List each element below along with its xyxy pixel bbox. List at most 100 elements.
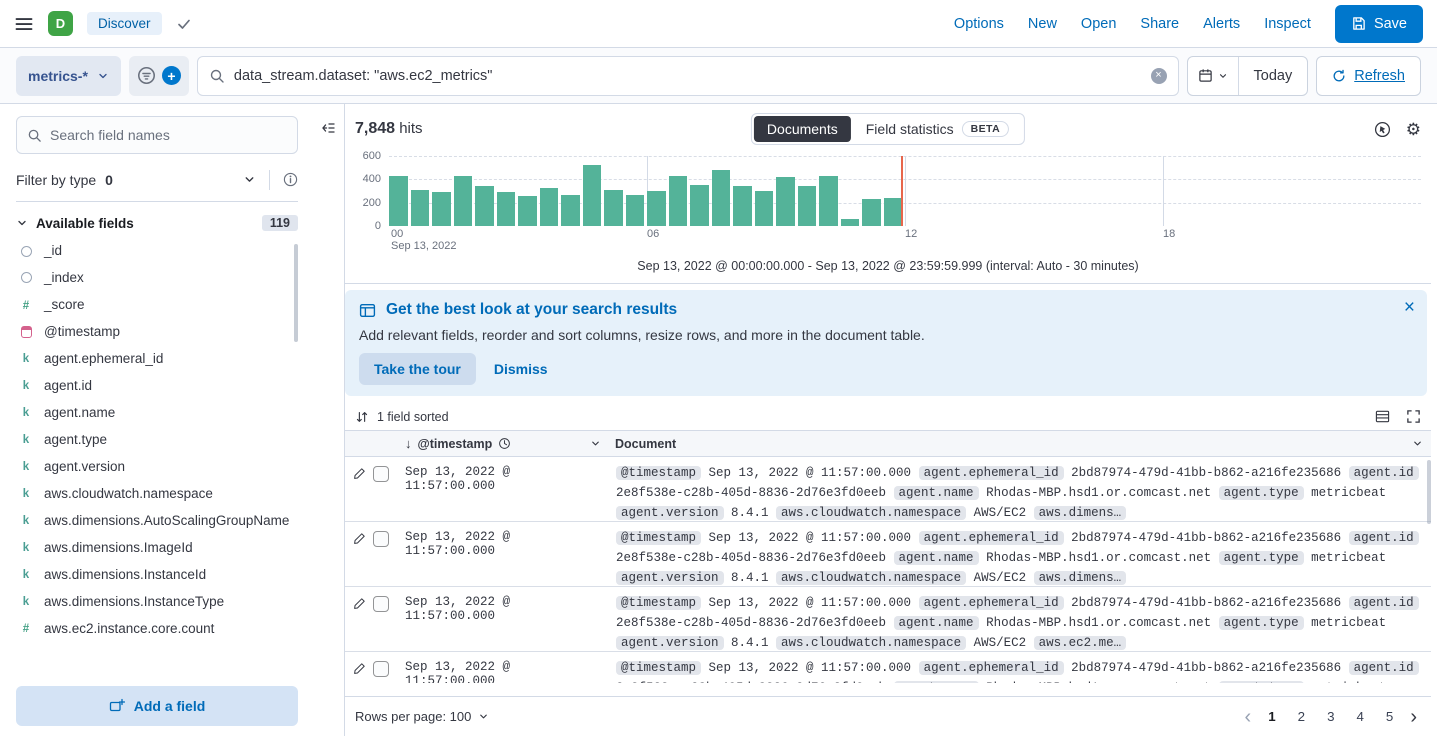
field-item[interactable]: kagent.id [16,373,298,400]
chart-options-icon[interactable] [1374,121,1391,138]
histogram-bar[interactable] [647,191,666,226]
page-5[interactable]: 5 [1377,707,1402,726]
row-checkbox[interactable] [373,466,389,482]
histogram-bar[interactable] [755,191,774,226]
refresh-icon [1332,69,1346,83]
chevron-down-icon[interactable] [1412,438,1423,449]
space-avatar[interactable]: D [48,11,73,36]
field-item[interactable]: kagent.version [16,454,298,481]
tab-documents[interactable]: Documents [754,116,851,142]
field-item[interactable]: kagent.type [16,427,298,454]
table-scrollbar-thumb[interactable] [1427,460,1431,524]
histogram-bar[interactable] [862,199,881,226]
histogram-bar[interactable] [798,186,817,226]
page-3[interactable]: 3 [1318,707,1343,726]
histogram-bar[interactable] [712,170,731,226]
row-checkbox[interactable] [373,531,389,547]
field-item[interactable]: #_score [16,292,298,319]
field-item[interactable]: kaws.cloudwatch.namespace [16,481,298,508]
row-checkbox[interactable] [373,661,389,677]
document-column-header[interactable]: Document [607,437,1431,451]
available-fields-header[interactable]: Available fields 119 [16,202,298,238]
save-button[interactable]: Save [1335,5,1423,43]
histogram-bar[interactable] [819,176,838,226]
histogram-bar[interactable] [884,198,903,226]
field-search-input[interactable] [50,127,287,143]
collapse-sidebar-icon[interactable] [320,120,336,136]
data-view-picker[interactable]: metrics-* [16,56,121,96]
filter-by-type[interactable]: Filter by type 0 [16,158,298,202]
nav-inspect[interactable]: Inspect [1264,16,1311,32]
date-picker-calendar-button[interactable] [1188,57,1239,95]
sorted-fields-label[interactable]: 1 field sorted [377,410,449,424]
field-item[interactable]: _id [16,238,298,265]
histogram-bar[interactable] [411,190,430,226]
fullscreen-icon[interactable] [1406,409,1421,424]
field-item[interactable]: kaws.dimensions.InstanceType [16,589,298,616]
dismiss-button[interactable]: Dismiss [494,361,548,377]
nav-options[interactable]: Options [954,16,1004,32]
page-2[interactable]: 2 [1289,707,1314,726]
expand-document-icon[interactable] [353,662,366,675]
field-item[interactable]: @timestamp [16,319,298,346]
close-icon[interactable]: × [1404,298,1415,317]
page-4[interactable]: 4 [1347,707,1372,726]
callout-actions: Take the tour Dismiss [359,353,1413,385]
nav-share[interactable]: Share [1140,16,1179,32]
histogram-bar[interactable] [733,186,752,226]
histogram-bar[interactable] [454,176,473,226]
histogram-bar[interactable] [497,192,516,226]
add-field-button[interactable]: Add a field [16,686,298,726]
gear-icon[interactable]: ⚙ [1406,121,1421,138]
refresh-button[interactable]: Refresh [1316,56,1421,96]
display-options-icon[interactable] [1375,409,1390,424]
histogram-bar[interactable] [540,188,559,227]
menu-icon[interactable] [14,14,34,34]
nav-open[interactable]: Open [1081,16,1116,32]
clear-query-icon[interactable]: × [1151,68,1167,84]
info-icon[interactable] [283,172,298,187]
field-item[interactable]: kaws.dimensions.AutoScalingGroupName [16,508,298,535]
histogram-bar[interactable] [626,195,645,227]
row-checkbox[interactable] [373,596,389,612]
field-item[interactable]: #aws.ec2.instance.core.count [16,616,298,643]
rows-per-page-button[interactable]: Rows per page: 100 [355,709,489,724]
date-range-today-button[interactable]: Today [1239,57,1308,95]
chevron-down-icon[interactable] [590,438,601,449]
histogram-bar[interactable] [690,185,709,226]
take-tour-button[interactable]: Take the tour [359,353,476,385]
next-page-icon[interactable]: › [1406,707,1421,727]
expand-document-icon[interactable] [353,532,366,545]
histogram-bar[interactable] [776,177,795,226]
previous-page-icon[interactable]: ‹ [1241,707,1256,727]
histogram-bar[interactable] [561,195,580,227]
histogram-bar[interactable] [432,192,451,226]
histogram-bar[interactable] [475,186,494,226]
histogram-bar[interactable] [518,196,537,226]
expand-document-icon[interactable] [353,467,366,480]
field-item[interactable]: kaws.dimensions.InstanceId [16,562,298,589]
nav-new[interactable]: New [1028,16,1057,32]
field-item[interactable]: kaws.dimensions.ImageId [16,535,298,562]
field-name: aws.cloudwatch.namespace [44,486,213,503]
x-tick: 06 [647,228,659,240]
nav-alerts[interactable]: Alerts [1203,16,1240,32]
tab-field-statistics[interactable]: Field statistics BETA [853,116,1022,142]
expand-document-icon[interactable] [353,597,366,610]
histogram-bar[interactable] [669,176,688,226]
histogram-bar[interactable] [583,165,602,226]
field-item[interactable]: kagent.ephemeral_id [16,346,298,373]
page-1[interactable]: 1 [1259,707,1284,726]
breadcrumb-discover[interactable]: Discover [87,12,162,35]
add-filter-icon[interactable]: + [162,66,181,85]
histogram-bar[interactable] [841,219,860,226]
sidebar-scrollbar-thumb[interactable] [294,244,298,342]
timestamp-column-header[interactable]: ↓ @timestamp [399,436,607,451]
saved-queries-icon[interactable] [137,66,156,85]
histogram-bar[interactable] [604,190,623,226]
histogram-bar[interactable] [389,176,408,226]
field-item[interactable]: kagent.name [16,400,298,427]
field-item[interactable]: _index [16,265,298,292]
sort-fields-icon[interactable] [355,410,369,424]
query-input[interactable] [234,68,1142,84]
